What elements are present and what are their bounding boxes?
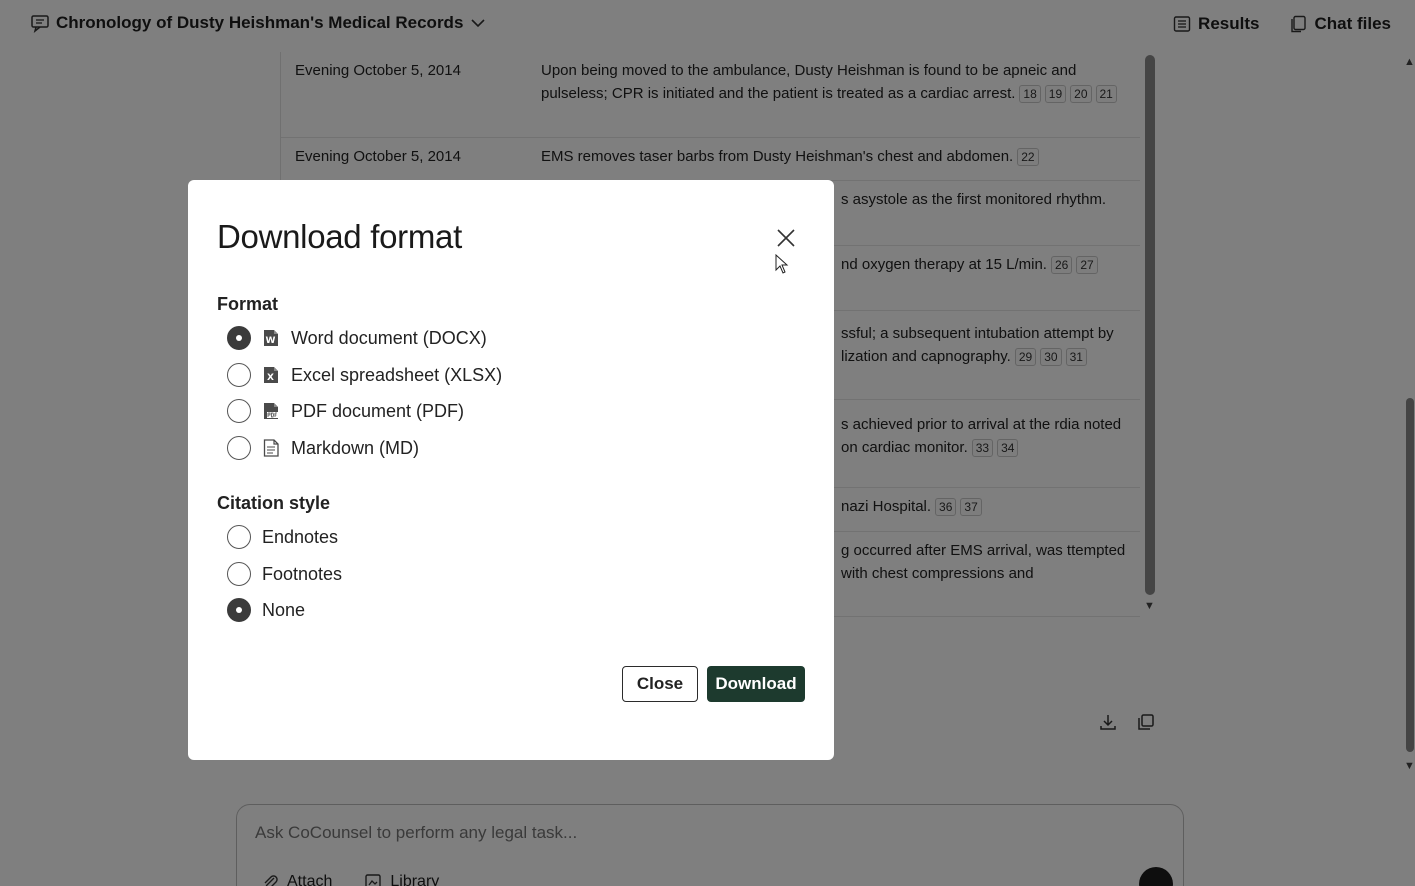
close-icon[interactable]: [774, 226, 798, 250]
radio-pdf[interactable]: [227, 399, 251, 423]
radio-footnotes[interactable]: [227, 562, 251, 586]
format-label: Excel spreadsheet (XLSX): [291, 364, 503, 385]
mouse-cursor-icon: [775, 254, 789, 274]
format-label: Markdown (MD): [291, 437, 420, 458]
dialog-title: Download format: [217, 218, 462, 255]
radio-none[interactable]: [227, 598, 251, 622]
format-label: Word document (DOCX): [291, 327, 487, 348]
word-icon: W: [264, 330, 278, 346]
citation-option-footnotes[interactable]: Footnotes: [227, 561, 342, 587]
citation-label: Endnotes: [262, 526, 339, 547]
svg-text:W: W: [266, 336, 276, 346]
format-section-label: Format: [217, 294, 279, 314]
citation-section-label: Citation style: [217, 493, 331, 513]
pdf-icon: [264, 403, 278, 419]
citation-label: None: [262, 599, 306, 620]
format-option-docx[interactable]: W Word document (DOCX): [227, 325, 487, 351]
format-label: PDF document (PDF): [291, 400, 465, 421]
radio-docx[interactable]: [227, 326, 251, 350]
format-option-pdf[interactable]: PDF document (PDF): [227, 398, 464, 424]
svg-text:X: X: [267, 373, 274, 383]
radio-endnotes[interactable]: [227, 525, 251, 549]
close-button[interactable]: Close: [622, 666, 698, 702]
citation-label: Footnotes: [262, 563, 343, 584]
radio-md[interactable]: [227, 436, 251, 460]
citation-option-endnotes[interactable]: Endnotes: [227, 524, 338, 550]
download-format-dialog: Download format Format W Word document (…: [188, 180, 834, 760]
citation-option-none[interactable]: None: [227, 597, 305, 623]
excel-icon: X: [264, 367, 278, 383]
download-button[interactable]: Download: [707, 666, 805, 702]
format-option-xlsx[interactable]: X Excel spreadsheet (XLSX): [227, 362, 502, 388]
format-option-md[interactable]: Markdown (MD): [227, 435, 419, 461]
radio-xlsx[interactable]: [227, 363, 251, 387]
markdown-icon: [263, 439, 279, 457]
